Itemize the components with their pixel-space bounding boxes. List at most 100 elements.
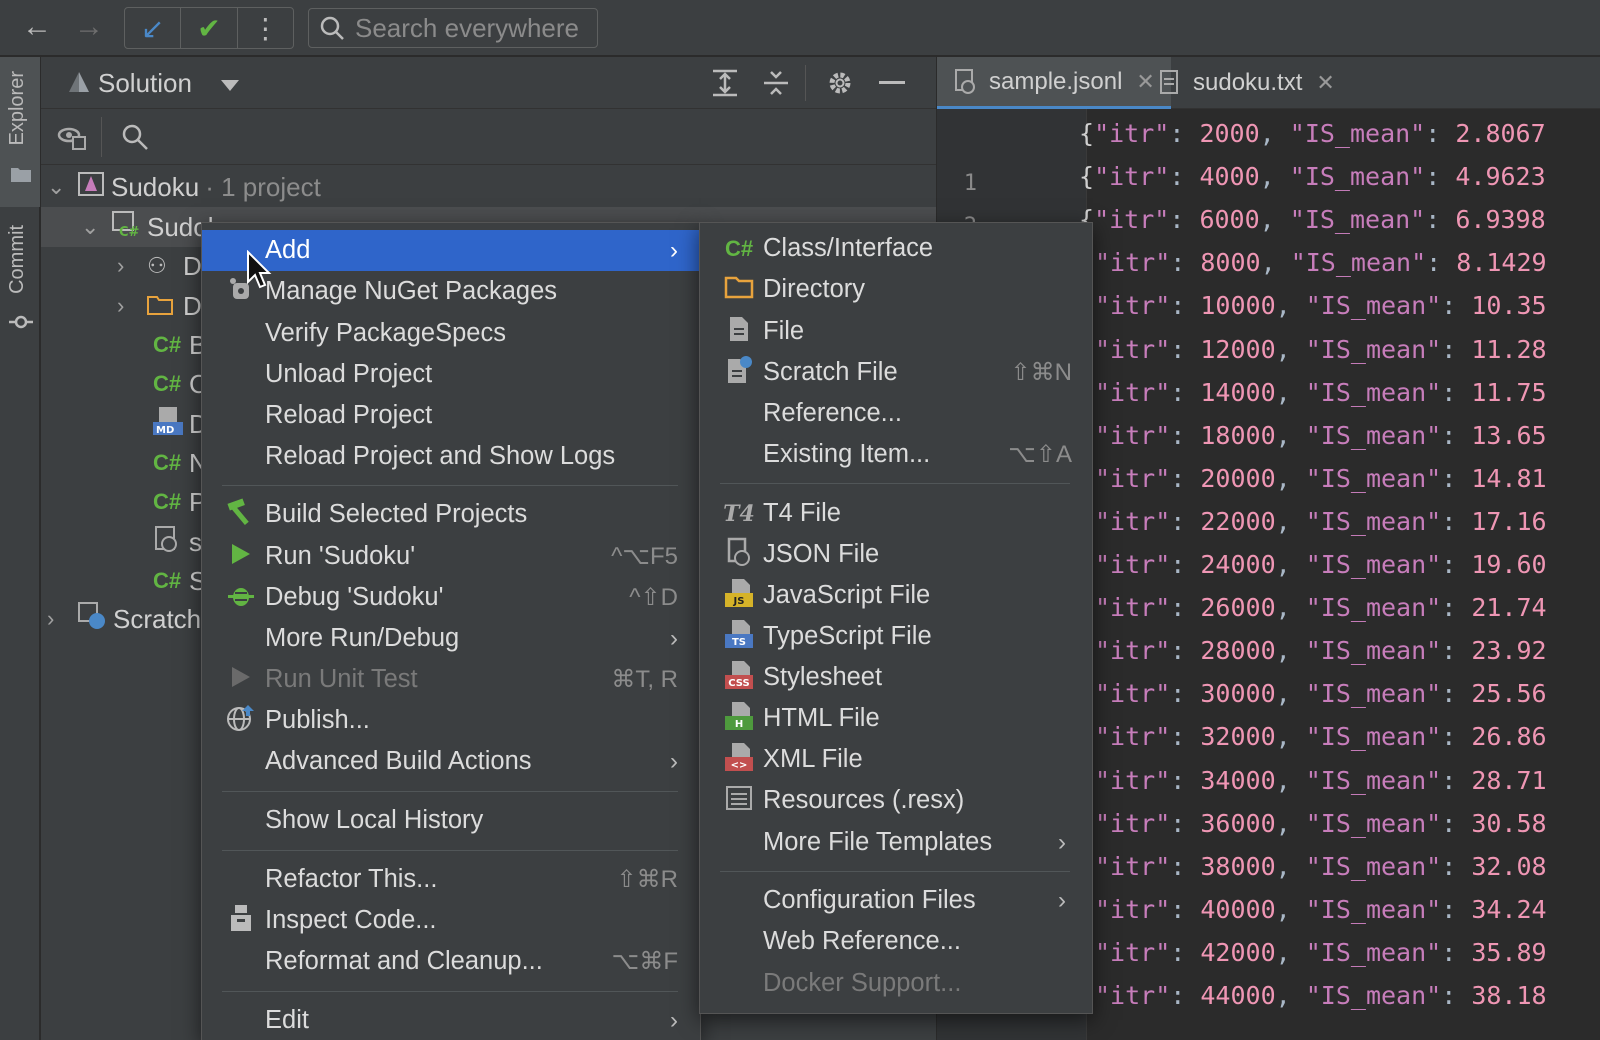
code-line: "itr": 38000, "IS_mean": 32.08 [1095, 851, 1547, 881]
menu-item-more-run-debug[interactable]: More Run/Debug › [202, 618, 700, 659]
vcs-update-icon[interactable]: ↙ [125, 8, 180, 48]
menu-item-verify-packagespecs[interactable]: Verify PackageSpecs [202, 313, 700, 354]
menu-item-reformat-and-cleanup[interactable]: Reformat and Cleanup... ⌥⌘F [202, 941, 700, 982]
mean-value: 11.28 [1471, 334, 1547, 364]
shortcut-label: ⌥⇧A [1008, 441, 1072, 468]
menu-item-xml-file[interactable]: <> XML File [700, 739, 1092, 780]
menu-item-inspect-code[interactable]: Inspect Code... [202, 900, 700, 941]
csharp-project-icon: C# [111, 210, 147, 245]
commit-tab[interactable]: Commit [6, 225, 29, 294]
tree-row-folder[interactable]: › D [117, 286, 202, 326]
menu-separator [222, 485, 678, 486]
chevron-right-icon[interactable]: › [47, 606, 77, 632]
publish-icon [224, 703, 258, 739]
tree-row-file[interactable]: s [153, 522, 202, 562]
tree-row-file[interactable]: MD D [153, 404, 208, 444]
menu-item-show-local-history[interactable]: Show Local History [202, 800, 700, 841]
tree-row-solution[interactable]: ⌄ Sudoku · 1 project [47, 167, 321, 207]
itr-value: 12000 [1200, 334, 1276, 364]
gear-icon[interactable] [826, 69, 854, 102]
chevron-right-icon[interactable]: › [117, 293, 147, 319]
code-line: "itr": 8000, "IS_mean": 8.1429 [1095, 248, 1547, 278]
menu-item-class-interface[interactable]: C# Class/Interface [700, 228, 1092, 269]
search-everywhere-field[interactable] [308, 8, 598, 48]
tree-row-file[interactable]: C# B [153, 325, 206, 365]
menu-item-unload-project[interactable]: Unload Project [202, 354, 700, 395]
more-actions-icon[interactable]: ⋮ [236, 8, 293, 48]
menu-item-configuration-files[interactable]: Configuration Files › [700, 880, 1092, 921]
show-files-icon[interactable] [57, 123, 87, 156]
search-input[interactable] [355, 12, 595, 44]
tab-sample-jsonl[interactable]: sample.jsonl ✕ [937, 57, 1171, 109]
menu-item-existing-item[interactable]: Existing Item... ⌥⇧A [700, 434, 1092, 475]
forward-arrow-icon[interactable]: → [74, 10, 104, 44]
menu-item-add[interactable]: Add › [202, 230, 700, 271]
run-icon [224, 541, 258, 573]
menu-item-refactor-this[interactable]: Refactor This... ⇧⌘R [202, 859, 700, 900]
svg-text:TS: TS [732, 637, 746, 648]
search-icon[interactable] [121, 123, 149, 156]
chevron-down-icon[interactable] [221, 79, 239, 97]
vcs-commit-icon[interactable]: ✔ [180, 8, 236, 48]
menu-item-stylesheet[interactable]: CSS Stylesheet [700, 657, 1092, 698]
mean-value: 30.58 [1471, 808, 1547, 838]
tree-row-file[interactable]: C# S [153, 561, 206, 601]
panel-title[interactable]: Solution [98, 68, 192, 99]
menu-item-run-unit-test: Run Unit Test ⌘T, R [202, 659, 700, 700]
chevron-right-icon[interactable]: › [117, 253, 147, 279]
menu-item-directory[interactable]: Directory [700, 269, 1092, 310]
code-line: "itr": 12000, "IS_mean": 11.28 [1095, 334, 1547, 364]
code-line: "itr": 20000, "IS_mean": 14.81 [1095, 463, 1547, 493]
mean-value: 13.65 [1471, 420, 1547, 450]
csharp-file-icon: C# [153, 568, 182, 593]
tree-row-dependencies[interactable]: › ⚇ D [117, 246, 202, 286]
code-line: {"itr": 2000, "IS_mean": 2.8067 [1079, 119, 1546, 148]
menu-item-label: Build Selected Projects [265, 500, 528, 528]
minimize-icon[interactable] [879, 81, 905, 84]
explorer-tab[interactable]: Explorer [6, 71, 29, 145]
menu-item-publish[interactable]: Publish... [202, 700, 700, 741]
menu-item-typescript-file[interactable]: TS TypeScript File [700, 616, 1092, 657]
menu-item-reference[interactable]: Reference... [700, 393, 1092, 434]
expand-all-icon[interactable] [711, 69, 739, 102]
menu-item-advanced-build-actions[interactable]: Advanced Build Actions › [202, 741, 700, 782]
menu-item-build-selected-projects[interactable]: Build Selected Projects [202, 494, 700, 535]
collapse-all-icon[interactable] [762, 69, 790, 102]
tree-row-file[interactable]: C# C [153, 364, 208, 404]
back-arrow-icon[interactable]: ← [22, 10, 52, 44]
menu-item-file[interactable]: File [700, 311, 1092, 352]
tree-row-file[interactable]: C# N [153, 443, 208, 483]
menu-item-more-file-templates[interactable]: More File Templates › [700, 822, 1092, 863]
chevron-down-icon[interactable]: ⌄ [81, 214, 111, 240]
tab-sudoku-txt[interactable]: sudoku.txt ✕ [1143, 57, 1351, 109]
itr-value: 22000 [1200, 506, 1276, 536]
menu-item-manage-nuget-packages[interactable]: Manage NuGet Packages [202, 271, 700, 312]
menu-item-run-sudoku[interactable]: Run 'Sudoku' ^⌥F5 [202, 536, 700, 577]
close-icon[interactable]: ✕ [1316, 70, 1334, 96]
mean-value: 2.8067 [1455, 119, 1546, 148]
tree-row-file[interactable]: C# P [153, 482, 206, 522]
menu-item-resources-resx[interactable]: Resources (.resx) [700, 780, 1092, 821]
menu-item-reload-project-and-show-logs[interactable]: Reload Project and Show Logs [202, 436, 700, 477]
menu-item-label: Verify PackageSpecs [265, 319, 506, 347]
csharp-file-icon: C# [153, 489, 182, 514]
tree-row-scratches[interactable]: › Scratch [47, 599, 201, 639]
json-file-icon [722, 537, 756, 573]
itr-value: 30000 [1200, 679, 1276, 709]
mean-value: 10.35 [1471, 291, 1547, 321]
menu-item-t4-file[interactable]: T4 T4 File [700, 493, 1092, 534]
menu-item-scratch-file[interactable]: Scratch File ⇧⌘N [700, 352, 1092, 393]
menu-item-edit[interactable]: Edit › [202, 1000, 700, 1040]
file-icon [722, 315, 756, 349]
menu-item-json-file[interactable]: JSON File [700, 534, 1092, 575]
chevron-down-icon[interactable]: ⌄ [47, 174, 77, 200]
menu-item-web-reference[interactable]: Web Reference... [700, 921, 1092, 962]
menu-item-debug-sudoku[interactable]: Debug 'Sudoku' ^⇧D [202, 577, 700, 618]
menu-item-label: More Run/Debug [265, 624, 460, 652]
commit-icon [9, 312, 33, 337]
tree-row-project[interactable]: ⌄ C# Sudok [81, 207, 221, 247]
menu-item-javascript-file[interactable]: JS JavaScript File [700, 575, 1092, 616]
mean-value: 17.16 [1471, 506, 1547, 536]
menu-item-html-file[interactable]: H HTML File [700, 698, 1092, 739]
menu-item-reload-project[interactable]: Reload Project [202, 395, 700, 436]
